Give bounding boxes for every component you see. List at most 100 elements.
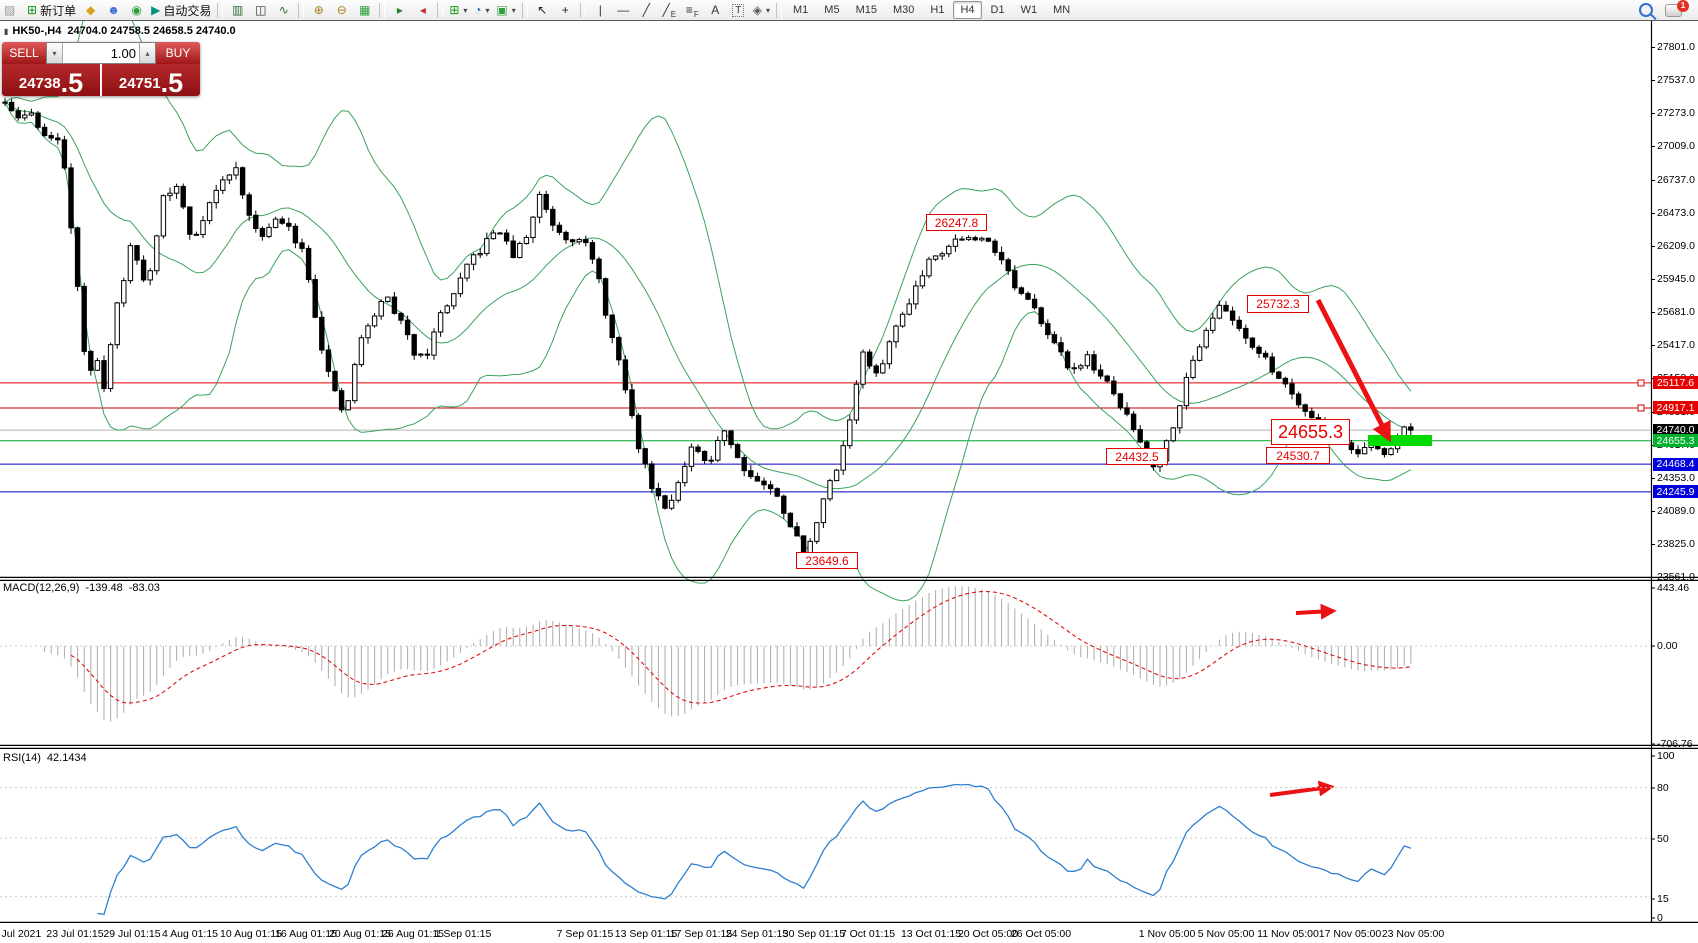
- chart-symbol-icon: ▮: [4, 27, 8, 36]
- candle-body: [174, 186, 178, 193]
- timeframe-m5-button[interactable]: M5: [817, 1, 846, 19]
- chart-canvas[interactable]: [0, 0, 1698, 943]
- candle-body: [1257, 347, 1261, 353]
- volume-input[interactable]: 1.00: [63, 43, 139, 63]
- tb-shapes-button[interactable]: ◈▾: [751, 1, 772, 19]
- level-line-handle[interactable]: [1638, 405, 1644, 411]
- timeframe-mn-button[interactable]: MN: [1046, 1, 1077, 19]
- candle-body: [458, 278, 462, 294]
- candle-body: [353, 365, 357, 401]
- new-chart-dropdown-caret[interactable]: ▾: [463, 6, 467, 15]
- timeframe-h1-button[interactable]: H1: [923, 1, 951, 19]
- indicator-axis-tick: 80: [1657, 782, 1669, 794]
- candle-body: [201, 221, 205, 235]
- price-callout[interactable]: 24655.3: [1271, 419, 1350, 445]
- candle-body: [643, 449, 647, 464]
- tb-clipped-left-button[interactable]: ▨: [2, 1, 23, 19]
- candle-body: [570, 240, 574, 242]
- highlight-box[interactable]: [1368, 435, 1432, 446]
- time-axis-label: 17 Sep 01:15: [670, 928, 732, 940]
- sell-price[interactable]: 24738 .5: [2, 64, 100, 96]
- price-callout[interactable]: 25732.3: [1247, 295, 1309, 313]
- search-icon[interactable]: [1639, 3, 1653, 17]
- candle-body: [287, 223, 291, 226]
- price-callout[interactable]: 24432.5: [1106, 448, 1168, 465]
- tb-zoom-in-button[interactable]: ⊕: [308, 1, 329, 19]
- timeframe-m30-button[interactable]: M30: [886, 1, 921, 19]
- candle-body: [1178, 406, 1182, 428]
- candle-body: [1059, 343, 1063, 352]
- candle-body: [1217, 305, 1221, 318]
- tb-new-order-button[interactable]: ⊞新订单: [25, 1, 78, 19]
- tb-templates-button[interactable]: ▣▾: [494, 1, 517, 19]
- zoom-in-icon: ⊕: [314, 3, 324, 17]
- tb-text-label-button[interactable]: T: [728, 1, 749, 19]
- price-callout[interactable]: 24530.7: [1266, 447, 1330, 464]
- chart-shift-icon: ◂: [420, 3, 426, 17]
- candle-body: [900, 314, 904, 326]
- indicator-axis-tick: 50: [1657, 833, 1669, 845]
- timeframe-m1-button[interactable]: M1: [786, 1, 815, 19]
- candle-body: [1250, 338, 1254, 347]
- level-line-handle[interactable]: [1638, 380, 1644, 386]
- volume-decrease-button[interactable]: ▾: [47, 43, 63, 63]
- tb-cursor-button[interactable]: ↖: [532, 1, 553, 19]
- tb-zoom-out-button[interactable]: ⊖: [331, 1, 352, 19]
- tb-horizontal-line-button[interactable]: —: [613, 1, 634, 19]
- tb-fibonacci-button[interactable]: ≡F: [682, 1, 703, 19]
- price-callout[interactable]: 23649.6: [796, 552, 858, 569]
- sell-button[interactable]: SELL: [2, 42, 46, 64]
- candle-body: [676, 483, 680, 501]
- rsi-trend-arrow[interactable]: [1270, 787, 1330, 795]
- tb-bar-chart-button[interactable]: ▥: [227, 1, 248, 19]
- tb-new-chart-button[interactable]: ⊞▾: [447, 1, 469, 19]
- shapes-dropdown-caret[interactable]: ▾: [766, 6, 770, 15]
- trend-arrow[interactable]: [1318, 300, 1388, 437]
- tb-candlestick-chart-button[interactable]: ◫: [250, 1, 271, 19]
- candle-body: [56, 138, 60, 140]
- tb-equidistant-channel-button[interactable]: ╱E: [659, 1, 680, 19]
- candle-body: [247, 195, 251, 215]
- toolbar-separator: [580, 3, 586, 18]
- timeframe-w1-button[interactable]: W1: [1014, 1, 1045, 19]
- notifications-icon[interactable]: 1: [1665, 4, 1682, 17]
- tb-crosshair-button[interactable]: +: [555, 1, 576, 19]
- candle-body: [267, 227, 271, 236]
- candle-body: [102, 361, 106, 389]
- tb-market-watch-button[interactable]: ◆: [80, 1, 101, 19]
- buy-price[interactable]: 24751 .5: [100, 64, 200, 96]
- tb-tile-windows-button[interactable]: ▦: [354, 1, 375, 19]
- time-axis-label: 17 Nov 05:00: [1319, 928, 1381, 940]
- periods-dropdown-caret[interactable]: ▾: [486, 6, 490, 15]
- indicator-axis-tick: -706.76: [1657, 738, 1693, 750]
- tb-vertical-line-button[interactable]: |: [590, 1, 611, 19]
- macd-trend-arrow[interactable]: [1296, 611, 1332, 613]
- candle-body: [1244, 328, 1248, 338]
- price-callout[interactable]: 26247.8: [926, 214, 987, 231]
- time-axis-label: 4 Aug 01:15: [162, 928, 218, 940]
- time-axis-label: 1 Nov 05:00: [1139, 928, 1196, 940]
- tb-strategy-signal-button[interactable]: ◉: [126, 1, 147, 19]
- timeframe-d1-button[interactable]: D1: [984, 1, 1012, 19]
- candle-body: [999, 252, 1003, 259]
- timeframe-m15-button[interactable]: M15: [849, 1, 884, 19]
- candle-body: [491, 233, 495, 239]
- timeframe-h4-button[interactable]: H4: [953, 1, 981, 19]
- candle-body: [920, 276, 924, 286]
- volume-increase-button[interactable]: ▴: [139, 43, 155, 63]
- tb-terminal-button[interactable]: ☻: [103, 1, 124, 19]
- price-axis-tick: 25945.0: [1657, 273, 1695, 285]
- tb-trend-line-button[interactable]: ╱: [636, 1, 657, 19]
- candle-body: [1019, 288, 1023, 294]
- tb-text-button[interactable]: A: [705, 1, 726, 19]
- tb-line-chart-button[interactable]: ∿: [273, 1, 294, 19]
- bollinger-band-line: [5, 0, 1411, 429]
- tb-chart-shift-button[interactable]: ◂: [412, 1, 433, 19]
- tb-auto-trading-button[interactable]: ▶自动交易: [149, 1, 213, 19]
- tb-auto-scroll-button[interactable]: ▸: [389, 1, 410, 19]
- tb-periods-button[interactable]: ◔▾: [471, 1, 492, 19]
- buy-button[interactable]: BUY: [156, 42, 200, 64]
- auto-scroll-icon: ▸: [397, 3, 403, 17]
- templates-dropdown-caret[interactable]: ▾: [512, 6, 516, 15]
- candle-body: [755, 477, 759, 482]
